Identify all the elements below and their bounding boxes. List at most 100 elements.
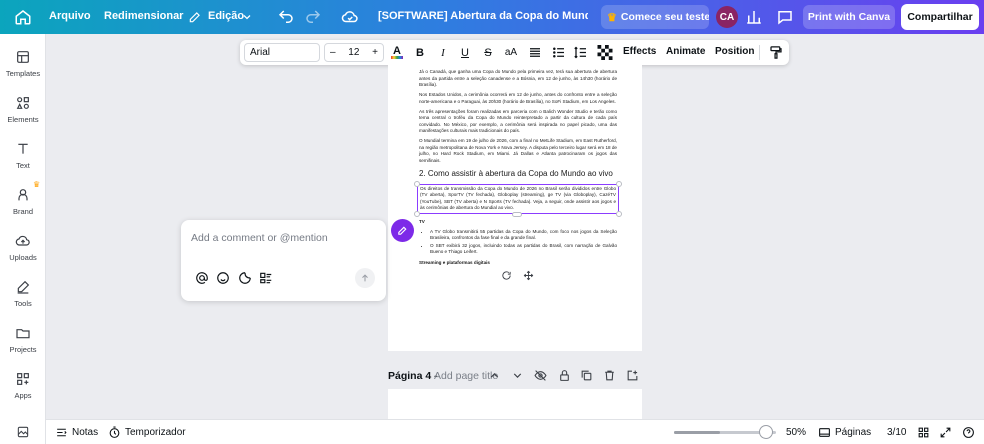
- position-button[interactable]: Position: [715, 46, 754, 57]
- font-family-select[interactable]: Arial: [244, 43, 320, 62]
- sticker-icon[interactable]: [238, 271, 252, 285]
- grid-view-icon[interactable]: [917, 426, 930, 439]
- hide-eye-icon[interactable]: [534, 369, 547, 382]
- fullscreen-icon[interactable]: [939, 426, 952, 439]
- text-icon: [18, 143, 28, 154]
- mention-icon[interactable]: [195, 271, 209, 285]
- zoom-level[interactable]: 50%: [786, 427, 806, 438]
- strikethrough-button[interactable]: S: [480, 45, 496, 60]
- menu-resize[interactable]: Redimensionar: [104, 10, 183, 22]
- start-trial-button[interactable]: ♛ Comece seu teste: [601, 5, 709, 29]
- design-page[interactable]: Já o Canadá, que ganha uma Copa do Mundo…: [388, 62, 642, 351]
- tools-icon: [17, 280, 30, 294]
- bold-icon: B: [416, 46, 424, 59]
- resize-handle[interactable]: [616, 210, 622, 217]
- document-title[interactable]: [SOFTWARE] Abertura da Copa do Mundo hoj…: [378, 10, 588, 22]
- letter-case-icon: aA: [504, 47, 518, 58]
- design-page-4[interactable]: [388, 389, 642, 419]
- zoom-slider-thumb[interactable]: [758, 425, 773, 439]
- underline-button[interactable]: U: [457, 45, 473, 60]
- resize-handle[interactable]: [616, 180, 622, 187]
- notes-button[interactable]: Notas: [72, 427, 98, 438]
- paragraph[interactable]: O Mundial termina em 19 de julho de 2026…: [419, 138, 617, 164]
- elements-icon: [16, 97, 29, 109]
- arrow-up-icon: [362, 274, 368, 282]
- spacing-icon[interactable]: [573, 45, 589, 60]
- bullet-list: A TV Globo transmitirá 55 partidas da Co…: [430, 229, 617, 256]
- sidebar-item-elements[interactable]: Elements: [0, 95, 46, 135]
- align-justify-icon[interactable]: [527, 45, 543, 60]
- resize-handle[interactable]: [512, 211, 522, 217]
- add-page-icon[interactable]: [626, 369, 639, 382]
- home-icon[interactable]: [14, 8, 32, 26]
- sidebar-item-brand[interactable]: Brand: [0, 187, 46, 227]
- start-trial-label: Comece seu teste: [620, 11, 709, 23]
- font-size-stepper: – 12 +: [324, 43, 384, 62]
- sidebar-item-tools[interactable]: Tools: [0, 279, 46, 319]
- paragraph[interactable]: As três apresentações foram realizadas e…: [419, 109, 617, 135]
- chevron-down-icon[interactable]: [511, 369, 524, 382]
- magic-media-icon[interactable]: [16, 425, 30, 439]
- paint-roller-icon[interactable]: [768, 45, 784, 60]
- trash-icon[interactable]: [603, 369, 616, 382]
- chevron-down-icon[interactable]: [241, 11, 253, 23]
- subheading-streaming[interactable]: Streaming e plataformas digitais: [419, 260, 617, 267]
- pages-button[interactable]: Páginas: [835, 427, 871, 438]
- italic-button[interactable]: I: [435, 45, 451, 60]
- animate-button[interactable]: Animate: [666, 46, 705, 57]
- transparency-icon[interactable]: [597, 45, 613, 60]
- letter-case-button[interactable]: aA: [503, 45, 519, 60]
- paragraph[interactable]: Nos Estados Unidos, a cerimônia ocorrerá…: [419, 92, 617, 105]
- list-item[interactable]: O SBT exibirá 32 jogos, incluindo todas …: [430, 243, 617, 256]
- sidebar-item-apps[interactable]: Apps: [0, 371, 46, 411]
- paragraph[interactable]: Já o Canadá, que ganha uma Copa do Mundo…: [419, 69, 617, 89]
- selected-text-box[interactable]: Os direitos de transmissão da Copa do Mu…: [414, 180, 622, 217]
- font-size-increase-button[interactable]: +: [372, 47, 378, 58]
- font-size-decrease-button[interactable]: –: [330, 47, 336, 58]
- document-text: Já o Canadá, que ganha uma Copa do Mundo…: [414, 69, 622, 270]
- avatar[interactable]: CA: [716, 6, 738, 28]
- section-heading[interactable]: 2. Como assistir à abertura da Copa do M…: [419, 169, 617, 179]
- emoji-icon[interactable]: [216, 271, 230, 285]
- move-icon[interactable]: [523, 270, 534, 281]
- send-comment-button[interactable]: [355, 268, 375, 288]
- comment-icon[interactable]: [776, 8, 794, 26]
- redo-icon[interactable]: [304, 8, 322, 26]
- help-icon[interactable]: [962, 426, 975, 439]
- lock-icon[interactable]: [558, 369, 571, 382]
- selected-paragraph[interactable]: Os direitos de transmissão da Copa do Mu…: [420, 186, 616, 211]
- print-with-canva-button[interactable]: Print with Canva: [803, 5, 895, 29]
- page-counter[interactable]: 3/10: [887, 427, 906, 438]
- chevron-up-icon[interactable]: [488, 369, 501, 382]
- menu-file[interactable]: Arquivo: [49, 10, 91, 22]
- timer-button[interactable]: Temporizador: [125, 427, 186, 438]
- comment-popup: Add a comment or @mention: [181, 220, 386, 301]
- insights-chart-icon[interactable]: [745, 8, 763, 26]
- resize-handle[interactable]: [414, 210, 420, 217]
- edit-text-bubble[interactable]: [391, 219, 414, 242]
- text-color-button[interactable]: A: [389, 45, 405, 60]
- left-sidebar: Templates Elements Text ♛ Brand Uploads …: [0, 34, 46, 444]
- bold-button[interactable]: B: [412, 45, 428, 60]
- list-icon[interactable]: [551, 45, 567, 60]
- resize-handle[interactable]: [414, 180, 420, 187]
- sidebar-item-uploads[interactable]: Uploads: [0, 233, 46, 273]
- sidebar-item-text[interactable]: Text: [0, 141, 46, 181]
- undo-icon[interactable]: [277, 8, 295, 26]
- effects-button[interactable]: Effects: [623, 46, 656, 57]
- subheading-tv[interactable]: TV: [419, 219, 617, 226]
- sidebar-item-projects[interactable]: Projects: [0, 325, 46, 365]
- uploads-icon: [15, 235, 30, 246]
- duplicate-icon[interactable]: [580, 369, 593, 382]
- cloud-saved-icon[interactable]: [341, 8, 359, 26]
- sidebar-item-templates[interactable]: Templates: [0, 49, 46, 89]
- font-size-input[interactable]: 12: [348, 47, 359, 58]
- comment-input[interactable]: Add a comment or @mention: [191, 232, 328, 244]
- page-number: Página 4: [388, 370, 432, 382]
- share-button[interactable]: Compartilhar: [901, 4, 979, 30]
- menu-edit[interactable]: Edição: [208, 10, 244, 22]
- apps-icon: [17, 373, 29, 385]
- list-item[interactable]: A TV Globo transmitirá 55 partidas da Co…: [430, 229, 617, 242]
- checklist-icon[interactable]: [259, 271, 273, 285]
- rotate-icon[interactable]: [501, 270, 512, 281]
